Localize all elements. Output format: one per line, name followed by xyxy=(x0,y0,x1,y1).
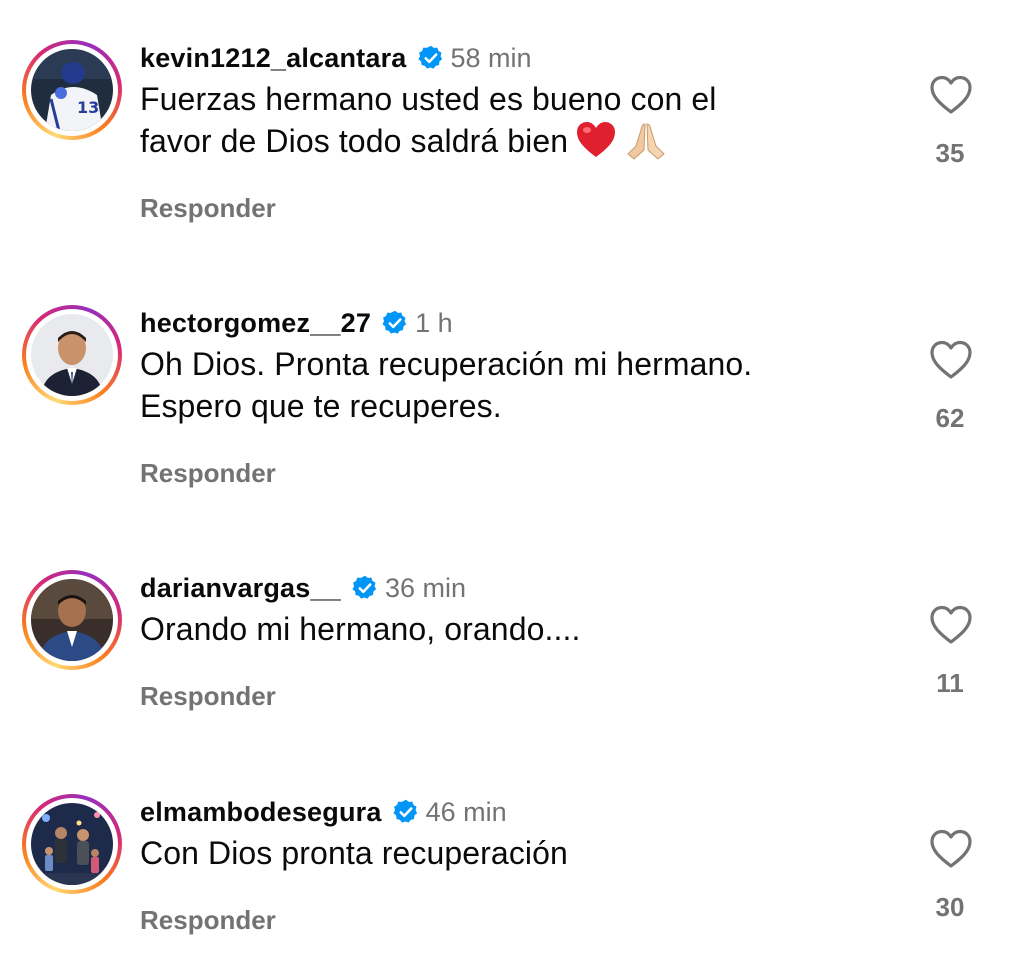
verified-badge-icon xyxy=(351,574,379,602)
like-area: 30 xyxy=(928,828,974,922)
comment-header: hectorgomez__27 1 h xyxy=(140,305,453,341)
username[interactable]: darianvargas__ xyxy=(140,573,341,604)
svg-text:13: 13 xyxy=(77,98,99,117)
red-heart-emoji-icon xyxy=(574,120,618,160)
comment-text-line: Con Dios pronta recuperación xyxy=(140,835,568,871)
reply-button[interactable]: Responder xyxy=(140,681,276,712)
comment-timestamp: 36 min xyxy=(384,572,466,603)
comment-text: Fuerzas hermano usted es bueno con el fa… xyxy=(140,78,840,162)
username[interactable]: elmambodesegura xyxy=(140,797,382,828)
comment-text-line: Espero que te recuperes. xyxy=(140,388,502,424)
verified-badge-icon xyxy=(417,44,445,72)
verified-badge-icon xyxy=(392,798,420,826)
avatar[interactable]: 13 xyxy=(31,49,113,131)
like-count: 35 xyxy=(935,138,965,168)
like-count: 62 xyxy=(935,403,965,433)
comment-header: kevin1212_alcantara 58 min xyxy=(140,40,532,76)
comment-text-line: Orando mi hermano, orando.... xyxy=(140,611,581,647)
comment-text: Con Dios pronta recuperación xyxy=(140,832,840,874)
username[interactable]: kevin1212_alcantara xyxy=(140,43,407,74)
verified-badge-icon xyxy=(381,309,409,337)
comment-timestamp: 46 min xyxy=(425,796,507,827)
story-ring[interactable] xyxy=(22,794,122,894)
story-ring[interactable]: 13 xyxy=(22,40,122,140)
heart-outline-icon[interactable] xyxy=(928,74,974,116)
story-ring[interactable] xyxy=(22,570,122,670)
reply-button[interactable]: Responder xyxy=(140,193,276,224)
reply-button[interactable]: Responder xyxy=(140,458,276,489)
heart-outline-icon[interactable] xyxy=(928,828,974,870)
like-count: 11 xyxy=(936,668,964,698)
reply-button[interactable]: Responder xyxy=(140,905,276,936)
comment-timestamp: 1 h xyxy=(415,307,453,338)
like-area: 11 xyxy=(928,604,974,698)
comment-header: elmambodesegura 46 min xyxy=(140,794,507,830)
heart-outline-icon[interactable] xyxy=(928,339,974,381)
comment-text-line: favor de Dios todo saldrá bien xyxy=(140,123,569,159)
story-ring[interactable] xyxy=(22,305,122,405)
comment-text: Oh Dios. Pronta recuperación mi hermano.… xyxy=(140,343,840,427)
like-count: 30 xyxy=(935,892,965,922)
avatar[interactable] xyxy=(31,579,113,661)
comment-text-line: Oh Dios. Pronta recuperación mi hermano. xyxy=(140,346,753,382)
heart-outline-icon[interactable] xyxy=(928,604,974,646)
avatar[interactable] xyxy=(31,803,113,885)
comment-text-line: Fuerzas hermano usted es bueno con el xyxy=(140,81,717,117)
like-area: 35 xyxy=(928,74,974,168)
folded-hands-emoji-icon xyxy=(624,120,668,160)
comment-header: darianvargas__ 36 min xyxy=(140,570,466,606)
avatar[interactable] xyxy=(31,314,113,396)
username[interactable]: hectorgomez__27 xyxy=(140,308,371,339)
comment-text: Orando mi hermano, orando.... xyxy=(140,608,840,650)
like-area: 62 xyxy=(928,339,974,433)
comment-timestamp: 58 min xyxy=(450,42,532,73)
